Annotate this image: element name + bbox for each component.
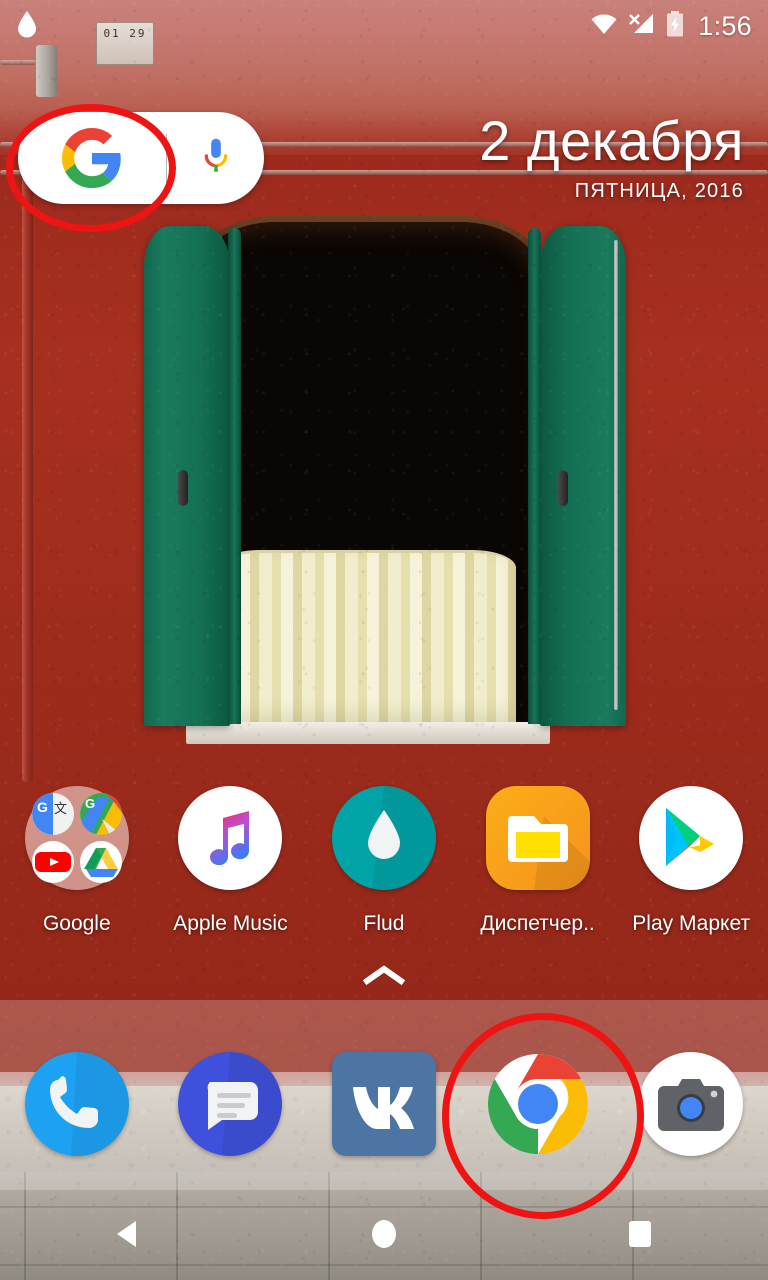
app-file-manager[interactable]: Диспетчер.. <box>461 786 615 936</box>
dock-app-phone[interactable] <box>0 1052 154 1156</box>
electric-meter-box <box>36 45 57 97</box>
app-label: Flud <box>363 912 405 935</box>
file-manager-icon[interactable] <box>485 786 590 890</box>
shutter-handle-left <box>178 470 188 506</box>
app-label: Apple Music <box>173 912 288 935</box>
google-maps-icon: G <box>79 793 122 835</box>
back-triangle-icon <box>117 1221 136 1247</box>
google-search-logo[interactable] <box>18 112 166 204</box>
chevron-up-icon <box>362 965 406 986</box>
conduit-pipe <box>0 60 36 65</box>
phone-icon[interactable] <box>24 1052 129 1156</box>
play-store-icon[interactable] <box>639 786 744 890</box>
google-g-icon <box>62 128 121 188</box>
svg-text:G: G <box>85 796 95 811</box>
shutter-handle-right <box>558 470 568 506</box>
shutter-edge-left <box>228 228 241 724</box>
notification-icons <box>16 10 590 43</box>
google-folder-icon[interactable]: G 文 G <box>24 786 129 890</box>
navigation-bar <box>0 1188 768 1280</box>
app-flud[interactable]: Flud <box>307 786 461 936</box>
dock-app-messages[interactable] <box>154 1052 308 1156</box>
dock-app-vk[interactable] <box>307 1052 461 1156</box>
dock-app-camera[interactable] <box>614 1052 768 1156</box>
messages-icon[interactable] <box>178 1052 283 1156</box>
shutter-latch-rod <box>614 240 618 710</box>
camera-icon[interactable] <box>639 1052 744 1156</box>
chrome-icon[interactable] <box>486 1052 590 1156</box>
svg-text:G: G <box>37 799 48 815</box>
home-screen-app-row: G 文 G Google Apple Music Flud Диспетчер.… <box>0 786 768 936</box>
battery-charging-icon <box>666 10 684 42</box>
app-label: Play Маркет <box>632 912 751 935</box>
nav-recents-button[interactable] <box>512 1217 768 1251</box>
status-bar: 1:56 <box>0 0 768 52</box>
status-bar-clock: 1:56 <box>698 10 752 41</box>
drain-pipe <box>22 142 33 782</box>
window-sill <box>186 722 550 744</box>
app-label: Google <box>42 912 111 935</box>
app-drawer-handle[interactable] <box>0 962 768 988</box>
nav-home-button[interactable] <box>256 1217 512 1251</box>
android-home-screen: 01 29 1:56 2 декабря ПЯТНИЦА, 2016 G 文 G… <box>0 0 768 1280</box>
date-widget[interactable]: 2 декабря ПЯТНИЦА, 2016 <box>479 108 744 203</box>
app-apple-music[interactable]: Apple Music <box>154 786 308 936</box>
window-curtain <box>216 550 516 728</box>
nav-back-button[interactable] <box>0 1217 256 1251</box>
dock-app-chrome[interactable] <box>461 1052 615 1156</box>
no-sim-signal-icon <box>628 12 656 41</box>
microphone-icon <box>204 138 227 172</box>
vk-icon[interactable] <box>331 1052 436 1156</box>
app-google-folder[interactable]: G 文 G Google <box>0 786 154 936</box>
home-circle-icon <box>372 1220 396 1248</box>
wifi-icon <box>590 13 618 40</box>
google-drive-icon <box>79 841 122 883</box>
date-text: 2 декабря <box>479 109 744 172</box>
water-drop-notification-icon <box>16 10 38 43</box>
voice-search-button[interactable] <box>167 112 264 204</box>
svg-text:文: 文 <box>54 802 67 817</box>
shutter-edge-right <box>528 228 541 724</box>
app-play-market[interactable]: Play Маркет <box>614 786 768 936</box>
app-label: Диспетчер.. <box>480 912 595 935</box>
flud-icon[interactable] <box>331 786 436 890</box>
google-search-bar[interactable] <box>18 112 264 204</box>
apple-music-icon[interactable] <box>178 786 283 890</box>
google-translate-icon: G 文 <box>31 793 74 835</box>
dock-app-row <box>0 1052 768 1156</box>
system-status-icons: 1:56 <box>590 10 752 42</box>
recents-square-icon <box>629 1221 651 1247</box>
youtube-icon <box>31 841 74 883</box>
weekday-year-text: ПЯТНИЦА, 2016 <box>574 180 744 202</box>
